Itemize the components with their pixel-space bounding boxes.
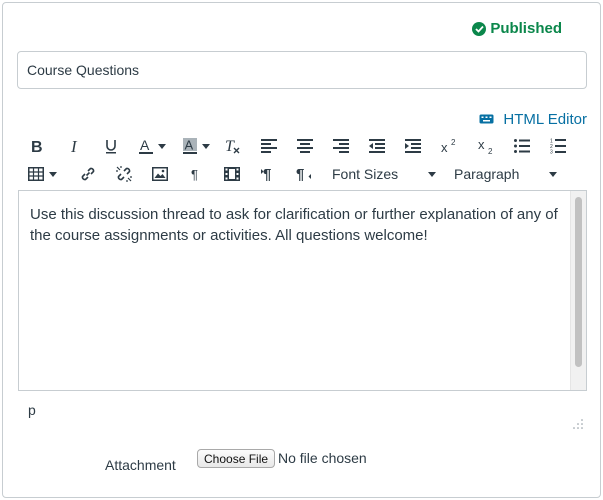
svg-text:I: I	[71, 139, 78, 153]
italic-icon[interactable]: I	[60, 134, 92, 158]
align-center-icon[interactable]	[286, 134, 324, 158]
keyboard-icon	[479, 111, 494, 128]
ltr-icon[interactable]: ¶	[250, 162, 286, 186]
svg-text:B: B	[31, 139, 43, 153]
published-status[interactable]: Published	[472, 20, 562, 37]
align-left-icon[interactable]	[252, 134, 286, 158]
choose-file-button[interactable]: Choose File	[197, 449, 276, 468]
paragraph-label: Paragraph	[454, 166, 520, 182]
superscript-icon[interactable]: x2	[430, 134, 468, 158]
svg-text:T: T	[225, 138, 235, 154]
file-status-text: No file chosen	[278, 450, 367, 466]
editor-content[interactable]: Use this discussion thread to ask for cl…	[30, 204, 565, 246]
numbered-list-icon[interactable]: 123	[540, 134, 576, 158]
attachment-label: Attachment	[105, 457, 176, 473]
font-sizes-dropdown[interactable]: Font Sizes	[332, 162, 436, 186]
link-icon[interactable]	[70, 162, 106, 186]
align-right-icon[interactable]	[324, 134, 358, 158]
svg-text:¶: ¶	[263, 166, 271, 182]
image-icon[interactable]	[142, 162, 178, 186]
clear-formatting-icon[interactable]: T	[218, 134, 248, 158]
chevron-down-icon	[201, 143, 210, 149]
text-color-icon[interactable]: A	[132, 134, 172, 158]
bold-icon[interactable]: B	[24, 134, 50, 158]
editor-toolbar-row-1: B I A A T x2 x2 123	[24, 134, 576, 158]
svg-text:¶: ¶	[191, 167, 198, 181]
font-sizes-label: Font Sizes	[332, 166, 399, 182]
underline-icon[interactable]	[96, 134, 126, 158]
unlink-icon[interactable]	[106, 162, 142, 186]
element-path[interactable]: p	[28, 402, 36, 418]
media-icon[interactable]	[214, 162, 250, 186]
scrollbar-thumb[interactable]	[575, 197, 582, 367]
svg-text:x: x	[441, 140, 448, 153]
svg-text:x: x	[478, 138, 485, 152]
rich-text-editor-body[interactable]: Use this discussion thread to ask for cl…	[18, 190, 587, 391]
editor-scrollbar[interactable]	[570, 191, 586, 390]
check-circle-icon	[472, 21, 487, 36]
outdent-icon[interactable]	[358, 134, 396, 158]
table-icon[interactable]	[24, 162, 60, 186]
indent-icon[interactable]	[396, 134, 430, 158]
editor-toolbar-row-2: ¶ ¶ ¶	[24, 162, 322, 186]
chevron-down-icon	[549, 172, 557, 177]
svg-text:2: 2	[451, 139, 456, 147]
chevron-down-icon	[157, 143, 166, 149]
svg-text:3: 3	[550, 150, 553, 155]
svg-text:2: 2	[488, 147, 493, 154]
published-label: Published	[490, 20, 562, 37]
background-color-icon[interactable]: A	[176, 134, 216, 158]
paragraph-format-dropdown[interactable]: Paragraph	[454, 162, 557, 186]
paragraph-mark-icon[interactable]: ¶	[178, 162, 214, 186]
svg-text:A: A	[140, 138, 150, 153]
html-editor-label: HTML Editor	[503, 111, 587, 128]
html-editor-link[interactable]: HTML Editor	[479, 111, 587, 128]
svg-text:A: A	[184, 138, 193, 153]
svg-text:¶: ¶	[296, 166, 304, 182]
bullet-list-icon[interactable]	[504, 134, 540, 158]
subscript-icon[interactable]: x2	[468, 134, 504, 158]
rtl-icon[interactable]: ¶	[286, 162, 322, 186]
title-input[interactable]	[17, 51, 587, 89]
chevron-down-icon	[428, 172, 436, 177]
resize-handle-icon[interactable]	[573, 416, 583, 429]
chevron-down-icon	[48, 171, 57, 177]
